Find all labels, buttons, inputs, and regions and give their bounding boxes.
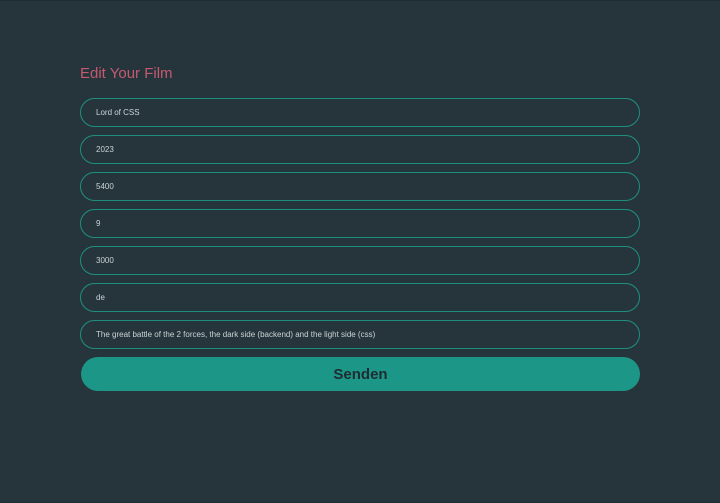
submit-button[interactable]: Senden <box>81 357 640 391</box>
film-title-input[interactable] <box>80 98 640 127</box>
film-year-input[interactable] <box>80 135 640 164</box>
form-title: Edit Your Film <box>80 65 173 82</box>
page: Edit Your Film Senden <box>0 0 720 503</box>
edit-film-form: Edit Your Film Senden <box>80 63 640 391</box>
film-budget-input[interactable] <box>80 246 640 275</box>
film-description-input[interactable] <box>80 320 640 349</box>
film-rating-input[interactable] <box>80 209 640 238</box>
film-duration-input[interactable] <box>80 172 640 201</box>
film-language-input[interactable] <box>80 283 640 312</box>
